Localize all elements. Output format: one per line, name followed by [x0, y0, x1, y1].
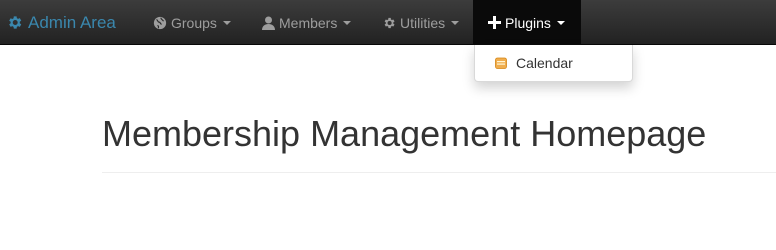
user-icon: [262, 16, 275, 30]
top-navbar: Admin Area Groups Members Utilities Plug…: [0, 0, 776, 45]
gear-icon: [6, 14, 23, 31]
plus-icon: [488, 16, 501, 29]
caret-down-icon: [222, 20, 231, 25]
plugins-dropdown-menu: Calendar: [474, 45, 633, 82]
brand-link[interactable]: Admin Area: [6, 0, 116, 45]
page-title: Membership Management Homepage: [102, 113, 707, 154]
caret-down-icon: [343, 20, 352, 25]
nav-members-label: Members: [279, 14, 338, 31]
caret-down-icon: [451, 20, 460, 25]
nav-utilities[interactable]: Utilities: [382, 0, 460, 45]
dropdown-item-label: Calendar: [516, 55, 573, 71]
cog-icon: [382, 16, 396, 30]
brand-label: Admin Area: [28, 12, 116, 32]
dropdown-item-calendar[interactable]: Calendar: [495, 53, 573, 73]
nav-utilities-label: Utilities: [400, 14, 446, 31]
nav-plugins-label: Plugins: [505, 14, 551, 31]
nav-plugins[interactable]: Plugins: [473, 0, 581, 45]
header-divider: [102, 172, 776, 173]
calendar-icon: [495, 57, 507, 69]
nav-groups[interactable]: Groups: [153, 0, 231, 45]
nav-members[interactable]: Members: [262, 0, 352, 45]
globe-icon: [153, 16, 167, 30]
caret-down-icon: [556, 20, 565, 25]
nav-groups-label: Groups: [171, 14, 217, 31]
